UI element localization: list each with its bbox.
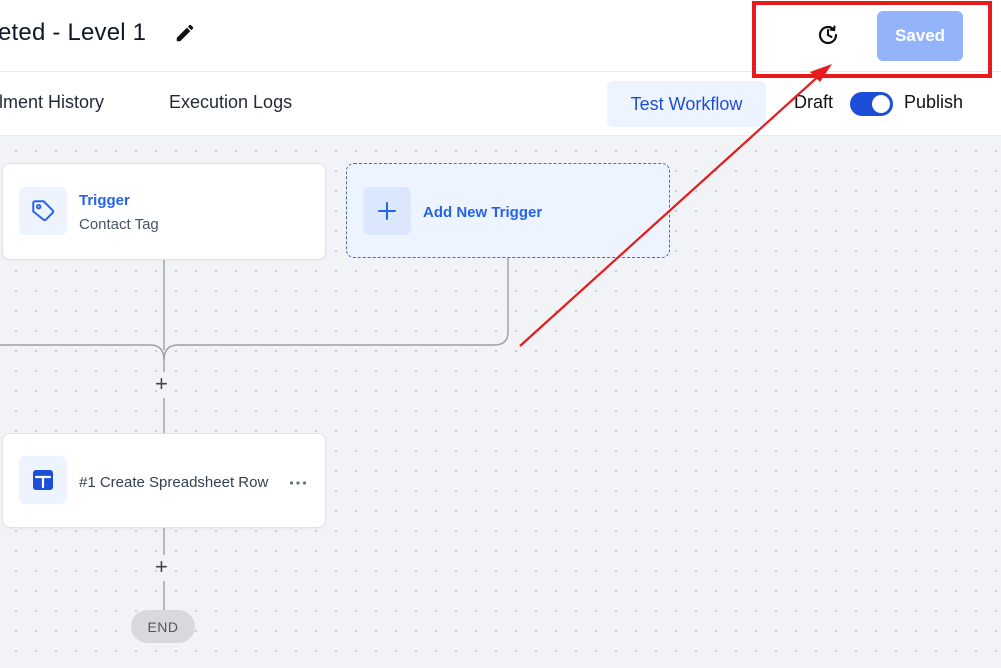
pencil-icon[interactable]	[174, 22, 196, 44]
annotation-highlight-box	[752, 1, 992, 78]
publish-label: Publish	[904, 92, 964, 112]
more-options-icon[interactable]	[289, 480, 307, 486]
plus-icon	[363, 187, 411, 235]
trigger-subtitle: Contact Tag	[79, 216, 159, 233]
end-node: END	[131, 610, 195, 643]
add-trigger-node[interactable]: Add New Trigger	[346, 163, 670, 258]
test-workflow-button[interactable]: Test Workflow	[607, 81, 766, 127]
add-trigger-label: Add New Trigger	[423, 204, 543, 221]
toggle-knob	[872, 95, 890, 113]
trigger-node[interactable]: Trigger Contact Tag	[2, 163, 326, 260]
action-node[interactable]: #1 Create Spreadsheet Row	[2, 433, 326, 528]
add-step-button[interactable]: +	[155, 373, 168, 395]
add-step-button-bottom[interactable]: +	[155, 556, 168, 578]
tag-icon	[19, 187, 67, 235]
workflow-title: eted - Level 1	[0, 19, 147, 46]
draft-label: Draft	[794, 92, 834, 112]
publish-toggle[interactable]	[850, 92, 893, 116]
trigger-title: Trigger	[79, 192, 130, 209]
tab-execution-logs[interactable]: Execution Logs	[169, 92, 292, 113]
tab-enrollment-history[interactable]: lment History	[0, 92, 104, 113]
spreadsheet-icon	[19, 456, 67, 504]
action-label: #1 Create Spreadsheet Row	[79, 474, 269, 491]
